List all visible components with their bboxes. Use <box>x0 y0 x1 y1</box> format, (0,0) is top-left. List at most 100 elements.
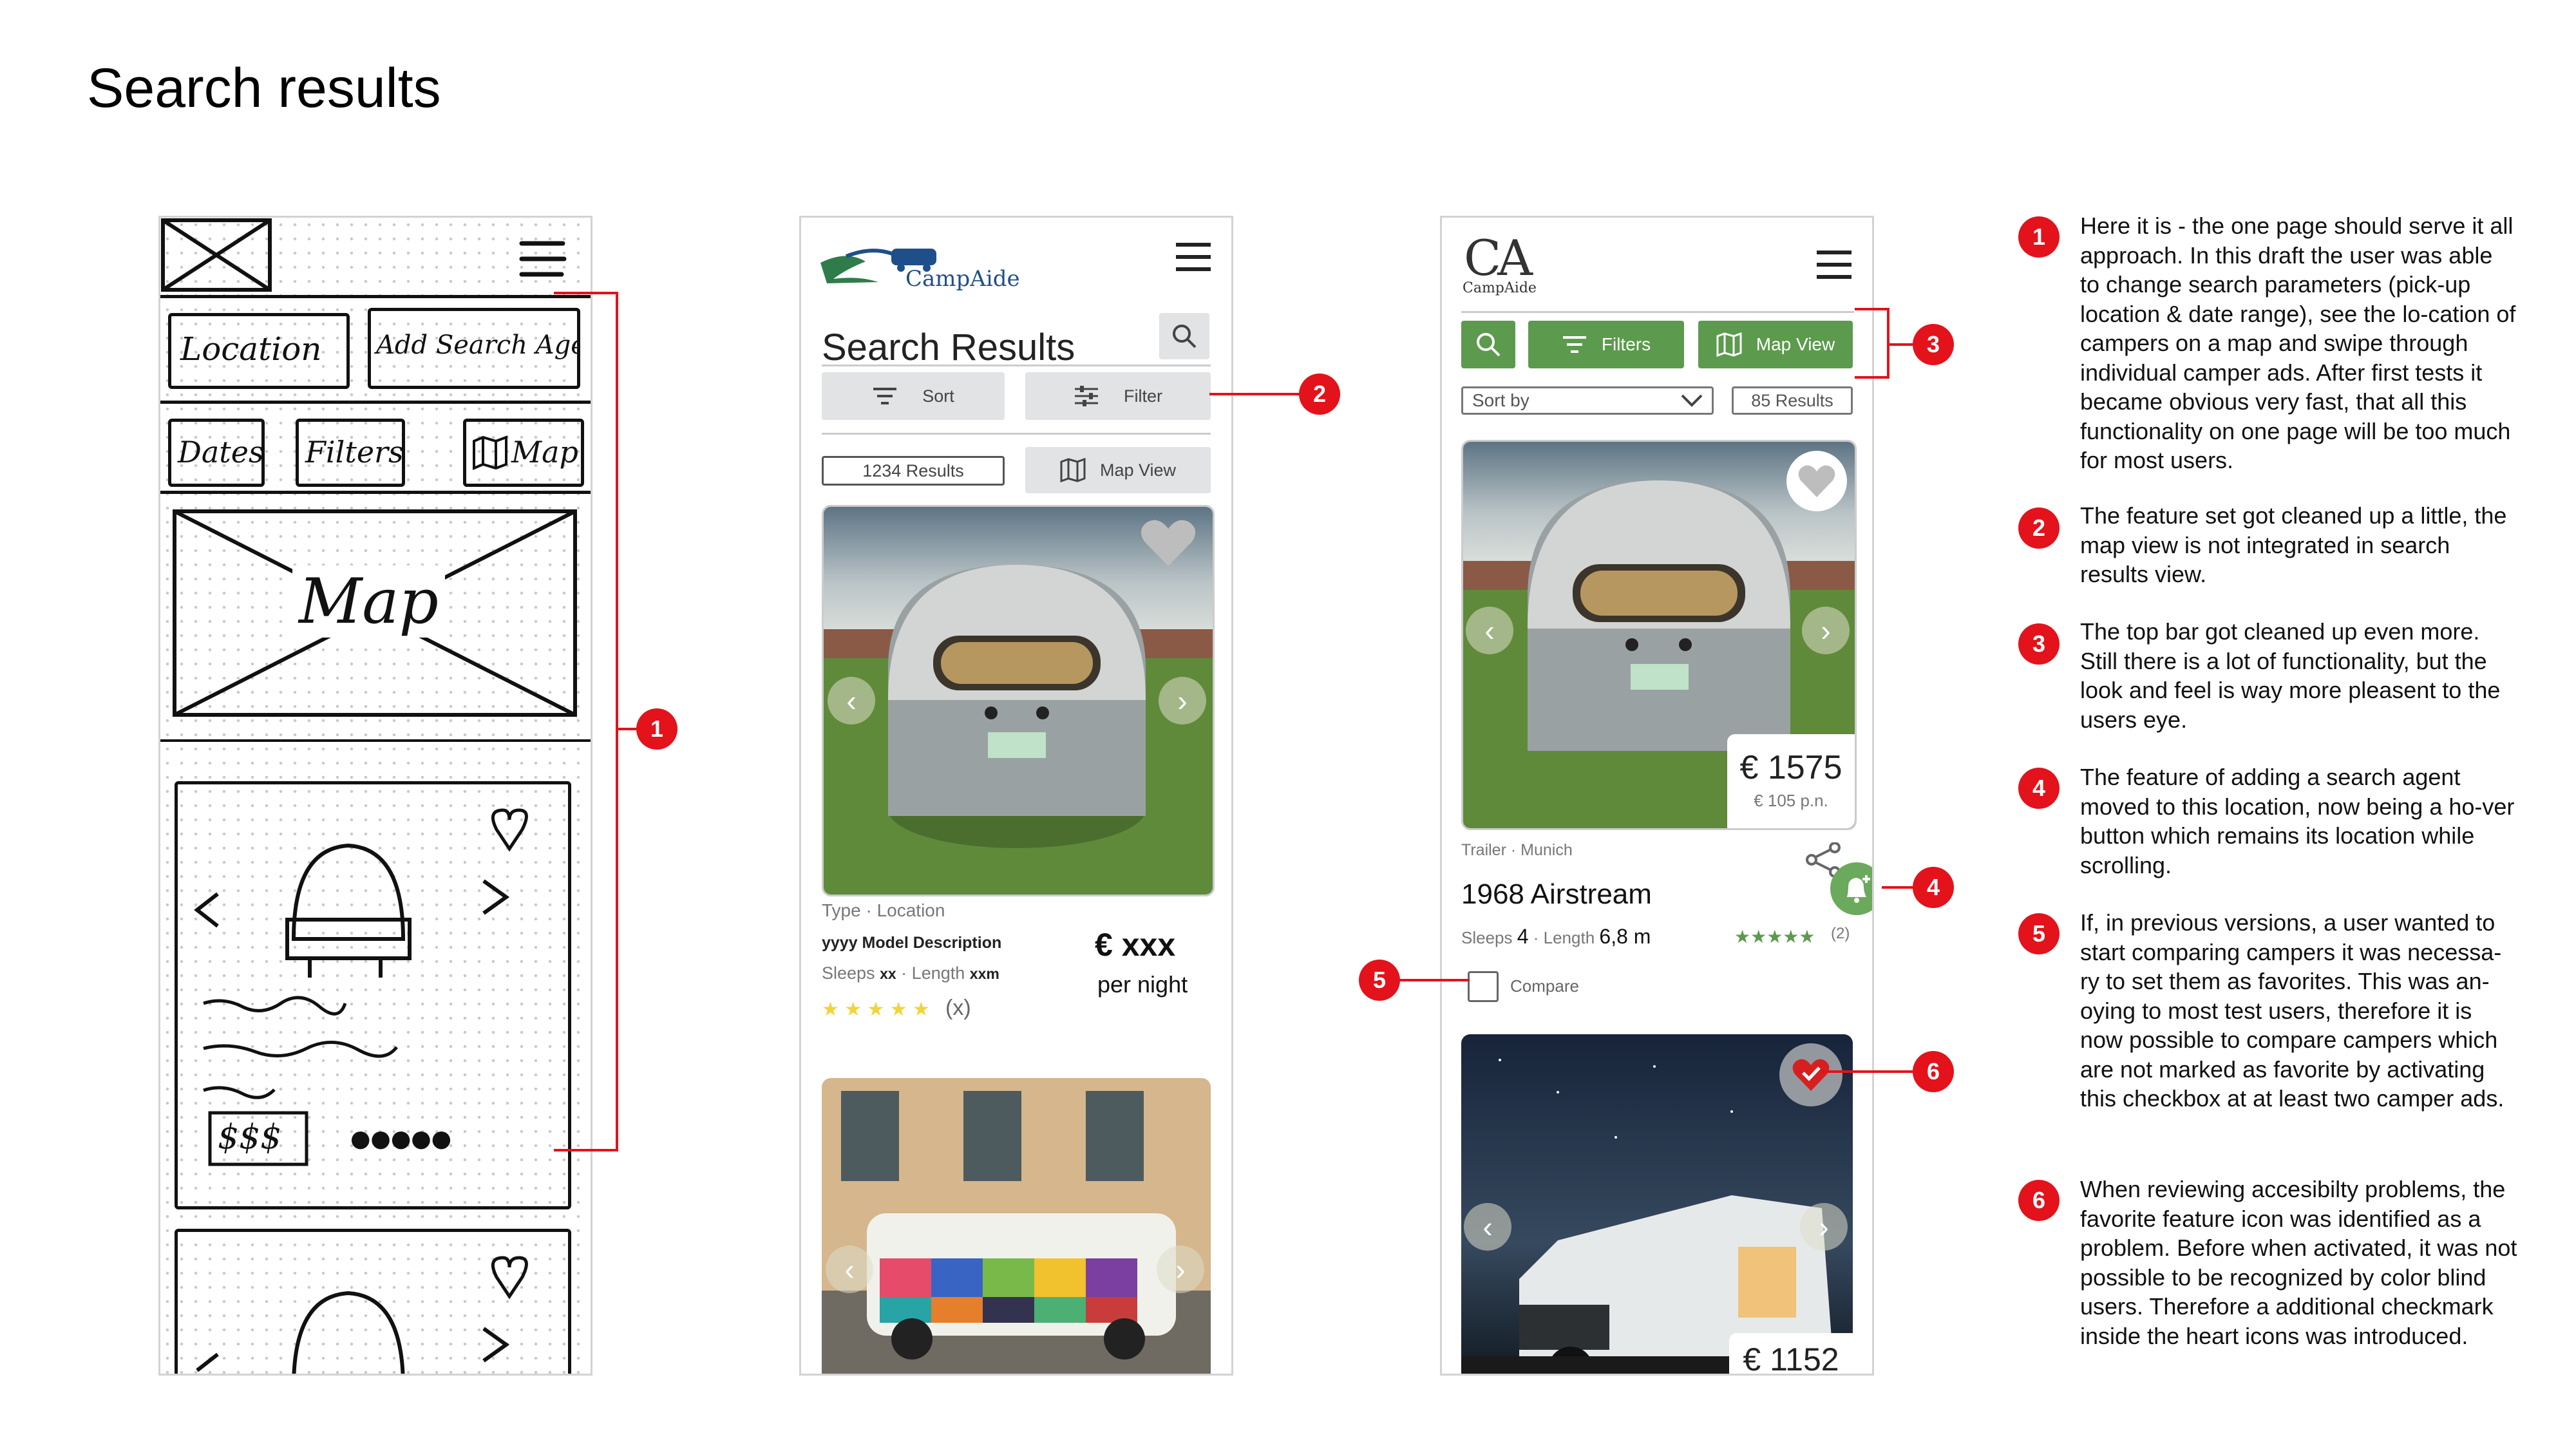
next-photo-button[interactable]: › <box>1800 1203 1848 1251</box>
search-icon <box>1173 325 1197 348</box>
results-count: 1234 Results <box>822 456 1005 486</box>
rating-stars: ★★★★★ <box>1734 927 1815 947</box>
note-text: The feature of adding a search agent mov… <box>2080 764 2515 878</box>
sketch-search-agent-button[interactable]: Add Search Agent <box>368 308 580 389</box>
sketch-search-agent-label: Add Search Agent <box>376 330 577 360</box>
sketch-card[interactable]: $$$ ●●●●● <box>175 781 571 1209</box>
sleeps-label: Sleeps <box>1461 928 1513 947</box>
next-photo-button[interactable]: › <box>1159 677 1206 724</box>
camper-title: 1968 Airstream <box>1461 878 1652 910</box>
search-button[interactable] <box>1461 321 1515 368</box>
final-phone: CA CampAide Filters Map View Sort by 85 … <box>1440 216 1874 1376</box>
next-photo-button[interactable]: › <box>1802 607 1850 654</box>
draft-phone: CampAide Search Results Sort Filter 1234… <box>799 216 1233 1376</box>
menu-icon[interactable] <box>518 237 569 282</box>
page-heading: Search Results <box>822 327 1075 368</box>
annotation-connector <box>616 292 618 1151</box>
rating-stars: ★ ★ ★ ★ ★ <box>822 999 930 1020</box>
search-agent-button[interactable] <box>1830 862 1872 915</box>
logo-placeholder-icon <box>161 218 272 292</box>
logo-mark: CA <box>1464 229 1533 287</box>
annotation-connector <box>554 292 618 294</box>
favorite-button[interactable] <box>1786 451 1847 511</box>
note-text: If, in previous versions, a user wanted … <box>2080 909 2505 1112</box>
camper-type-location: Type · Location <box>822 900 945 920</box>
length-label: Length <box>911 963 965 983</box>
sketch-filters-button[interactable]: Filters <box>296 419 405 487</box>
price-box: € 1152 <box>1729 1333 1853 1374</box>
sketch-rating: ●●●●● <box>350 1126 452 1152</box>
logo-text: CampAide <box>905 266 1020 292</box>
annotation-connector <box>1855 308 1889 310</box>
note-badge: 2 <box>2018 507 2060 549</box>
sort-by-dropdown[interactable]: Sort by <box>1461 386 1714 415</box>
page-title: Search results <box>87 57 441 119</box>
bell-plus-icon <box>1847 875 1870 903</box>
annotation-badge: 3 <box>1913 324 1954 365</box>
map-view-button[interactable]: Map View <box>1025 447 1211 493</box>
camper-model: yyyy Model Description <box>822 934 1002 952</box>
annotation-badge: 2 <box>1299 374 1340 415</box>
favorite-button[interactable] <box>1779 1043 1842 1106</box>
camper-photo[interactable]: ‹ › <box>822 1078 1211 1374</box>
map-view-button[interactable]: Map View <box>1698 321 1853 368</box>
logo-text: CampAide <box>1463 280 1537 296</box>
heart-check-icon <box>1792 1059 1830 1091</box>
menu-icon[interactable] <box>1815 249 1853 281</box>
price: € 1575 <box>1739 749 1842 786</box>
filters-label: Filters <box>1601 334 1651 354</box>
sketch-dates-button[interactable]: Dates <box>168 419 265 487</box>
map-view-label: Map View <box>1099 460 1177 480</box>
annotation-connector <box>1855 376 1889 379</box>
heart-icon[interactable] <box>1139 517 1197 569</box>
prev-photo-button[interactable]: ‹ <box>1466 607 1513 654</box>
chevron-down-icon <box>1681 394 1703 407</box>
sketch-card[interactable] <box>175 1229 571 1374</box>
length-label: Length <box>1543 928 1595 947</box>
note-badge: 5 <box>2018 913 2060 954</box>
prev-photo-button[interactable]: ‹ <box>826 1245 873 1293</box>
sleeps-value: xx <box>880 965 896 982</box>
prev-photo-button[interactable]: ‹ <box>828 677 875 724</box>
filters-button[interactable]: Filters <box>1528 321 1684 368</box>
annotation-badge: 1 <box>636 708 677 750</box>
camper-photo[interactable]: ‹ › <box>822 505 1215 896</box>
filter-button[interactable]: Filter <box>1025 372 1211 420</box>
camper-photo[interactable]: ‹ › € 1152 <box>1461 1034 1853 1374</box>
price-per-person: € 105 p.n. <box>1754 791 1828 810</box>
sketch-card-drawing <box>196 1256 528 1374</box>
camper-specs: Sleeps 4 · Length 6,8 m <box>1461 925 1651 948</box>
camper-photo-image <box>822 1078 1211 1374</box>
note-badge: 1 <box>2018 216 2060 258</box>
sort-button[interactable]: Sort <box>822 372 1005 420</box>
note-text: The top bar got cleaned up even more. St… <box>2080 618 2501 733</box>
camper-type-location: Trailer · Munich <box>1461 841 1573 859</box>
price-box: € 1575 € 105 p.n. <box>1727 734 1855 828</box>
heart-icon <box>1798 465 1835 497</box>
annotation-badge: 4 <box>1913 867 1954 908</box>
filter-sliders-icon <box>1075 386 1098 406</box>
note-text: When reviewing accesibilty problems, the… <box>2080 1176 2517 1349</box>
next-photo-button[interactable]: › <box>1157 1245 1204 1293</box>
review-count: (x) <box>945 996 971 1020</box>
sketch-map-btn-label: Map <box>511 435 578 469</box>
annotation-connector <box>554 1149 618 1151</box>
sketch-price: $$$ <box>218 1118 282 1157</box>
search-icon <box>1477 333 1501 357</box>
annotation-connector <box>1882 886 1914 889</box>
length-value: xxm <box>969 965 999 982</box>
sketch-map-button[interactable]: Map <box>463 419 584 487</box>
prev-photo-button[interactable]: ‹ <box>1464 1203 1511 1251</box>
review-count: (2) <box>1831 925 1850 942</box>
compare-checkbox[interactable] <box>1468 971 1499 1002</box>
sketch-location-button[interactable]: Location <box>168 313 350 389</box>
sketch-map-label: Map <box>292 565 445 638</box>
results-count: 85 Results <box>1732 386 1853 415</box>
camper-specs: Sleeps xx · Length xxm <box>822 963 999 983</box>
search-button[interactable] <box>1159 313 1209 359</box>
map-view-label: Map View <box>1756 334 1835 354</box>
camper-photo[interactable]: ‹ › € 1575 € 105 p.n. <box>1461 440 1857 830</box>
menu-icon[interactable] <box>1175 241 1212 273</box>
map-sketch-icon <box>473 435 507 471</box>
sort-by-label: Sort by <box>1472 390 1530 410</box>
